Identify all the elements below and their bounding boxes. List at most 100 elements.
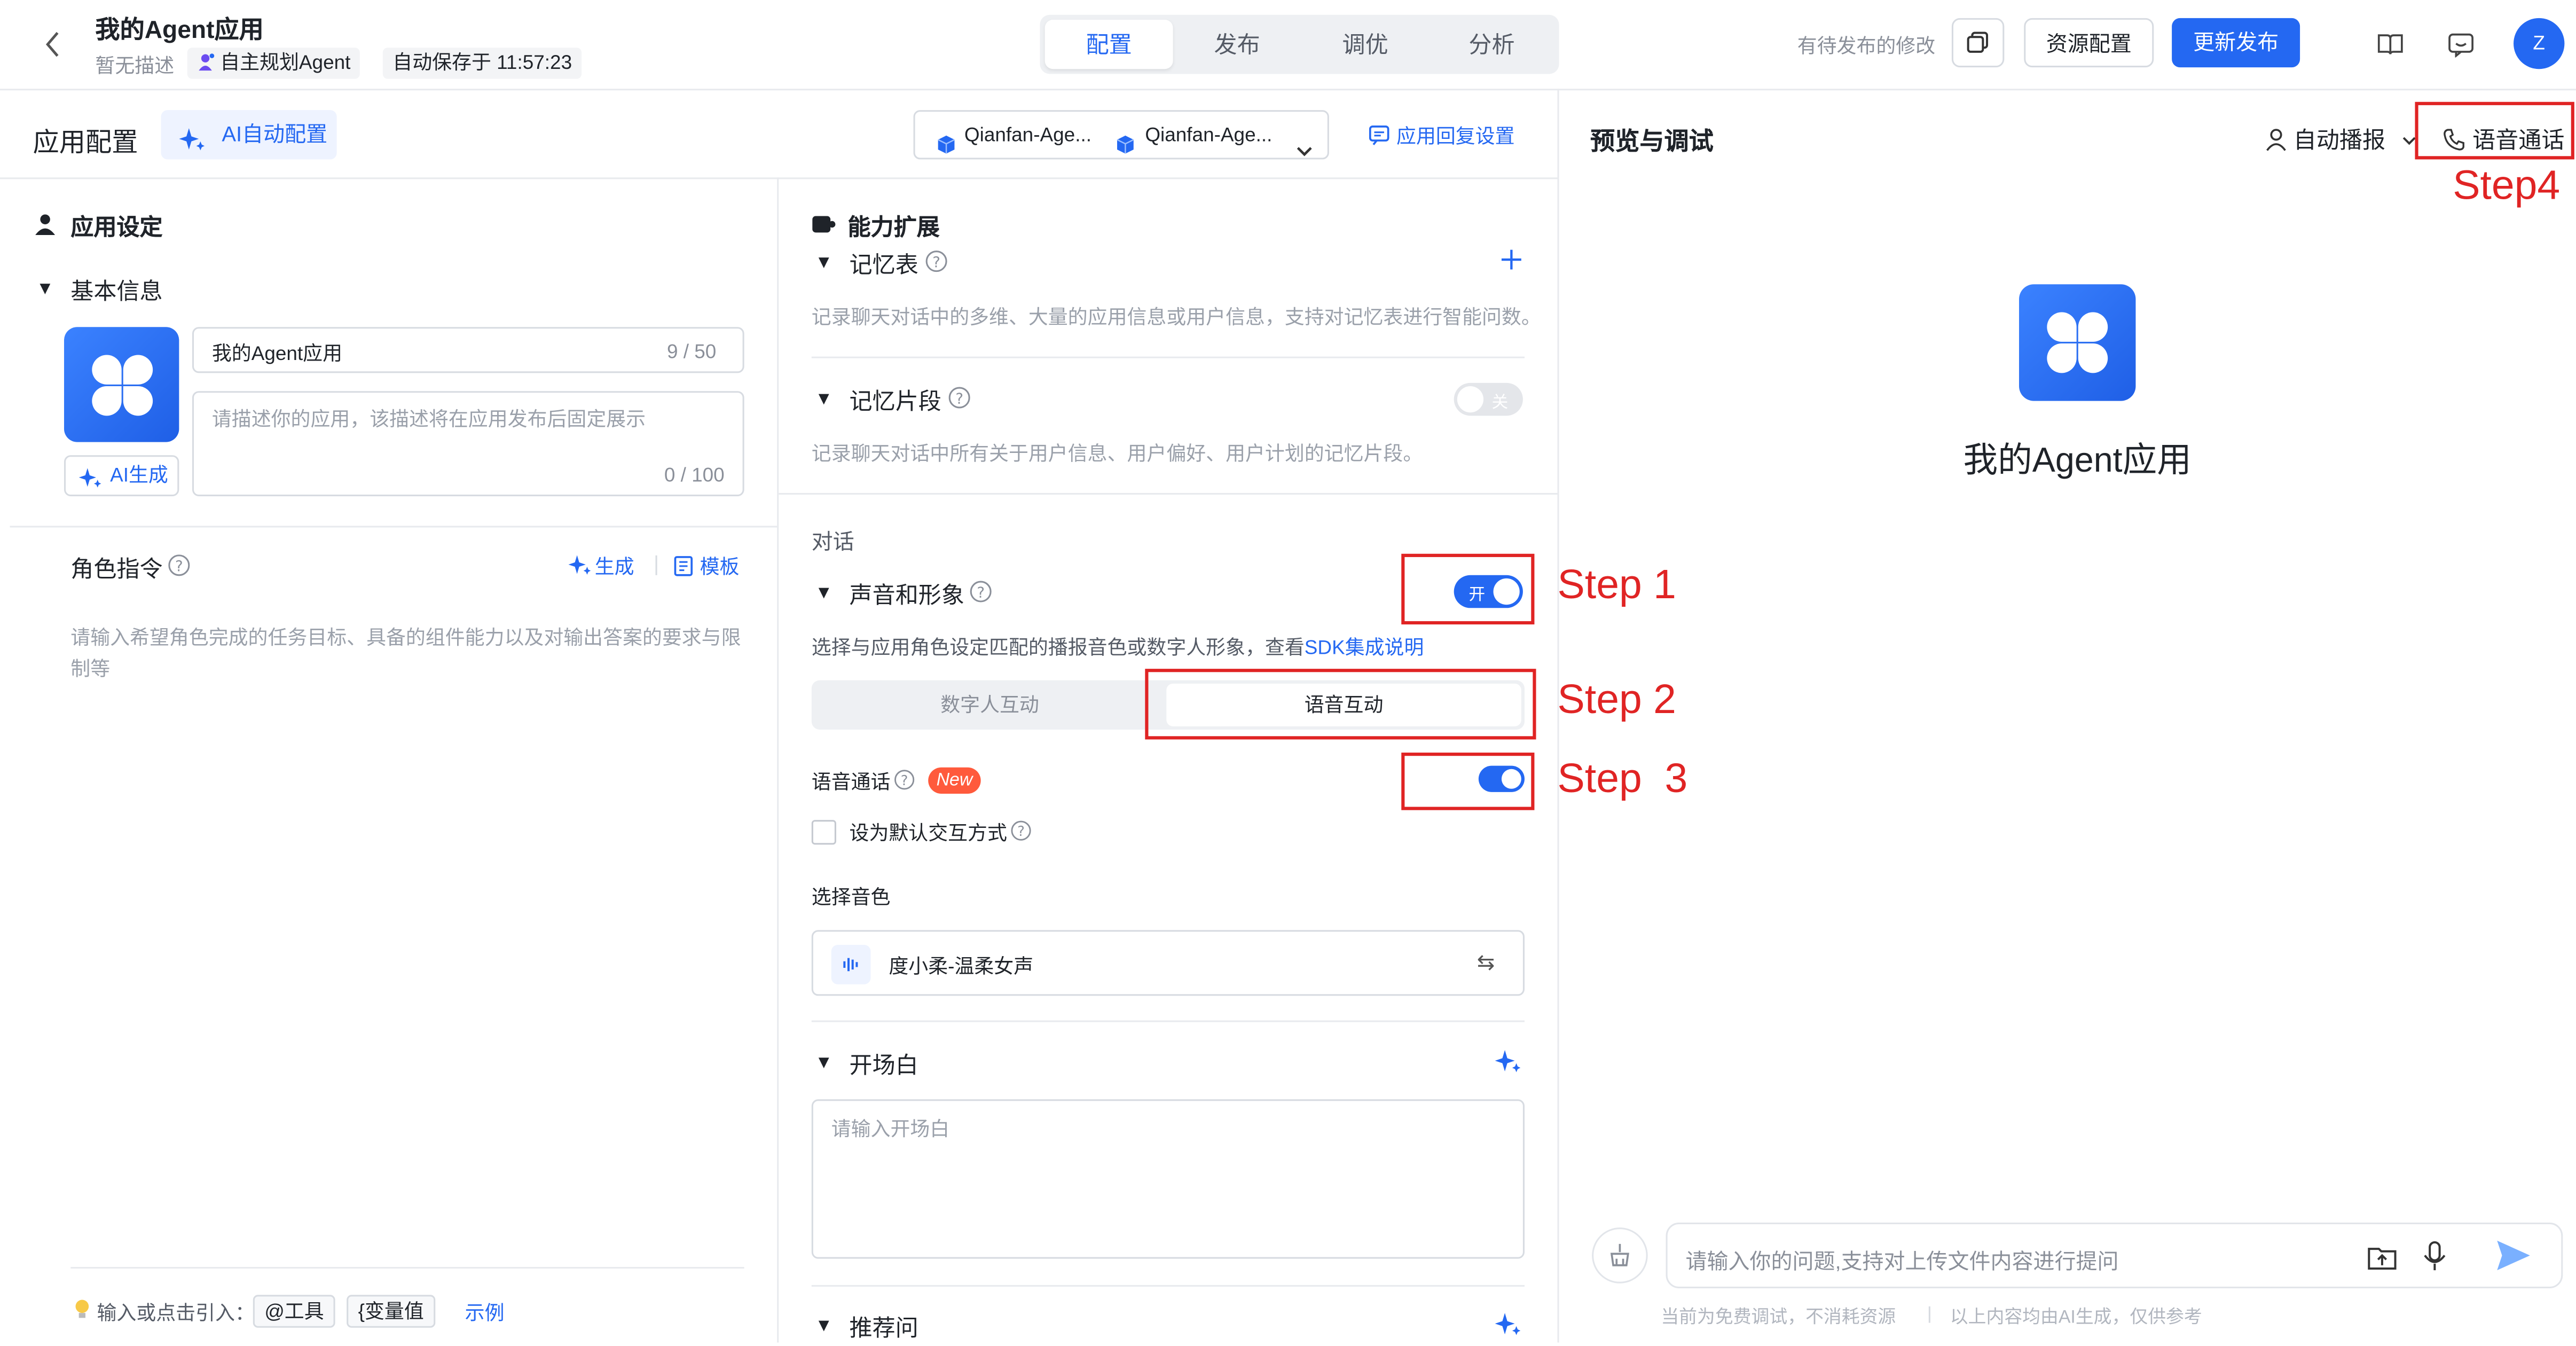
generate-button[interactable]: 生成	[568, 552, 634, 582]
opening-title: 开场白	[849, 1051, 918, 1078]
caret-down-icon[interactable]: ▼	[36, 279, 54, 299]
step2-label: Step 2	[1557, 677, 1676, 723]
agent-type-label: 自主规划Agent	[220, 51, 351, 74]
tab-tuning[interactable]: 调优	[1301, 20, 1430, 69]
plus-icon[interactable]	[1500, 248, 1523, 279]
clear-chat-button[interactable]	[1592, 1227, 1648, 1284]
reply-settings-label: 应用回复设置	[1396, 124, 1515, 148]
ai-auto-config-button[interactable]: AI自动配置	[161, 110, 337, 160]
divider	[1928, 1306, 1930, 1323]
app-title: 我的Agent应用	[95, 16, 264, 45]
app-name-input[interactable]: 我的Agent应用 9 / 50	[192, 327, 744, 373]
agent-icon	[197, 49, 215, 71]
recommend-title: 推荐问	[849, 1314, 918, 1341]
model-2-label: Qianfan-Age...	[1145, 123, 1273, 146]
step1-label: Step 1	[1557, 562, 1676, 608]
help-icon[interactable]: ?	[948, 386, 971, 417]
help-icon[interactable]: ?	[168, 554, 191, 585]
caret-down-icon[interactable]: ▼	[815, 389, 833, 409]
auto-broadcast-dropdown[interactable]: 自动播报	[2265, 123, 2416, 156]
help-icon[interactable]: ?	[969, 580, 992, 611]
tool-tag[interactable]: @工具	[253, 1295, 336, 1328]
new-badge: New	[928, 767, 981, 794]
user-avatar[interactable]: Z	[2514, 18, 2565, 69]
generate-label: 生成	[594, 555, 634, 578]
auto-broadcast-label: 自动播报	[2293, 126, 2386, 153]
divider	[777, 177, 779, 1343]
tab-publish[interactable]: 发布	[1173, 20, 1301, 69]
memory-table-title: 记忆表	[849, 251, 918, 278]
toggle-off-label: 关	[1491, 394, 1509, 413]
chat-input-placeholder: 请输入你的问题,支持对上传文件内容进行提问	[1685, 1249, 2119, 1274]
model-select[interactable]: Qianfan-Age... Qianfan-Age...	[913, 110, 1329, 160]
caret-down-icon[interactable]: ▼	[815, 253, 833, 273]
variable-tag[interactable]: {变量值	[347, 1295, 436, 1328]
template-button[interactable]: 模板	[673, 552, 739, 582]
model-1-label: Qianfan-Age...	[964, 123, 1091, 146]
top-header: 我的Agent应用 暂无描述 自主规划Agent 自动保存于 11:57:23 …	[0, 0, 2576, 91]
role-instruction-placeholder[interactable]: 请输入希望角色完成的任务目标、具备的组件能力以及对输出答案的要求与限制等	[70, 623, 741, 685]
template-icon	[673, 555, 693, 582]
caret-down-icon[interactable]: ▼	[815, 1316, 833, 1336]
divider	[811, 1285, 1525, 1287]
app-name-count: 9 / 50	[666, 340, 717, 363]
update-publish-button[interactable]: 更新发布	[2172, 18, 2300, 68]
send-icon[interactable]	[2495, 1239, 2532, 1280]
chevron-left-icon[interactable]	[36, 26, 69, 62]
divider	[811, 1020, 1525, 1022]
default-interaction-checkbox[interactable]	[811, 820, 836, 845]
agent-type-badge: 自主规划Agent	[187, 48, 360, 79]
voice-selector[interactable]: 度小柔-温柔女声 ⇆	[811, 930, 1525, 996]
step4-label: Step4	[2453, 162, 2561, 209]
resource-config-button[interactable]: 资源配置	[2024, 18, 2154, 68]
message-icon	[1369, 125, 1390, 151]
book-icon[interactable]	[2376, 29, 2405, 59]
app-description-input[interactable]: 请描述你的应用，该描述将在应用发布后固定展示 0 / 100	[192, 391, 744, 497]
dialog-section-label: 对话	[811, 529, 854, 554]
sdk-link[interactable]: SDK集成说明	[1305, 636, 1424, 659]
config-title: 应用配置	[33, 130, 138, 158]
help-icon[interactable]: ?	[1010, 820, 1032, 849]
hint-label: 输入或点击引入：	[97, 1301, 255, 1325]
caret-down-icon[interactable]: ▼	[815, 1053, 833, 1073]
swap-icon[interactable]: ⇆	[1477, 950, 1495, 976]
app-name-value: 我的Agent应用	[211, 341, 343, 365]
copy-button[interactable]	[1951, 18, 2005, 68]
upload-icon[interactable]	[2367, 1242, 2397, 1279]
person-icon	[2265, 128, 2287, 156]
divider	[779, 492, 1558, 495]
caret-down-icon[interactable]: ▼	[815, 583, 833, 603]
cube-icon	[1116, 125, 1135, 171]
template-label: 模板	[700, 555, 740, 578]
app-description: 暂无描述	[95, 54, 175, 77]
divider	[10, 526, 777, 528]
app-settings-title: 应用设定	[70, 213, 163, 240]
sparkle-icon	[568, 554, 591, 582]
default-interaction-label: 设为默认交互方式	[849, 821, 1007, 845]
memory-fragment-toggle[interactable]: 关	[1454, 382, 1523, 416]
divider	[811, 356, 1525, 358]
svg-text:?: ?	[955, 389, 963, 407]
user-icon	[35, 214, 56, 243]
help-icon[interactable]: ?	[925, 250, 948, 281]
tab-config[interactable]: 配置	[1044, 19, 1173, 69]
footer-free-note: 当前为免费调试，不消耗资源	[1661, 1308, 1896, 1328]
ai-generate-logo-button[interactable]: AI生成	[64, 455, 179, 497]
opening-input[interactable]: 请输入开场白	[811, 1099, 1525, 1259]
reply-settings-link[interactable]: 应用回复设置	[1369, 122, 1515, 151]
mode-digital-human[interactable]: 数字人互动	[812, 680, 1168, 730]
step4-highlight	[2415, 101, 2574, 160]
example-link[interactable]: 示例	[465, 1298, 505, 1326]
help-icon[interactable]: ?	[894, 769, 915, 799]
app-logo[interactable]	[64, 327, 179, 442]
microphone-icon[interactable]	[2423, 1241, 2446, 1280]
memory-fragment-title: 记忆片段	[849, 388, 941, 414]
ai-generate-label: AI生成	[110, 463, 168, 487]
tab-analysis[interactable]: 分析	[1427, 20, 1556, 69]
preview-app-name: 我的Agent应用	[1963, 442, 2192, 480]
feedback-icon[interactable]	[2446, 29, 2476, 59]
sparkle-icon[interactable]	[1495, 1048, 1521, 1083]
footer-ai-note: 以上内容均由AI生成，仅供参考	[1950, 1308, 2202, 1328]
sparkle-icon[interactable]	[1495, 1311, 1521, 1346]
chat-input[interactable]: 请输入你的问题,支持对上传文件内容进行提问	[1666, 1222, 2563, 1288]
